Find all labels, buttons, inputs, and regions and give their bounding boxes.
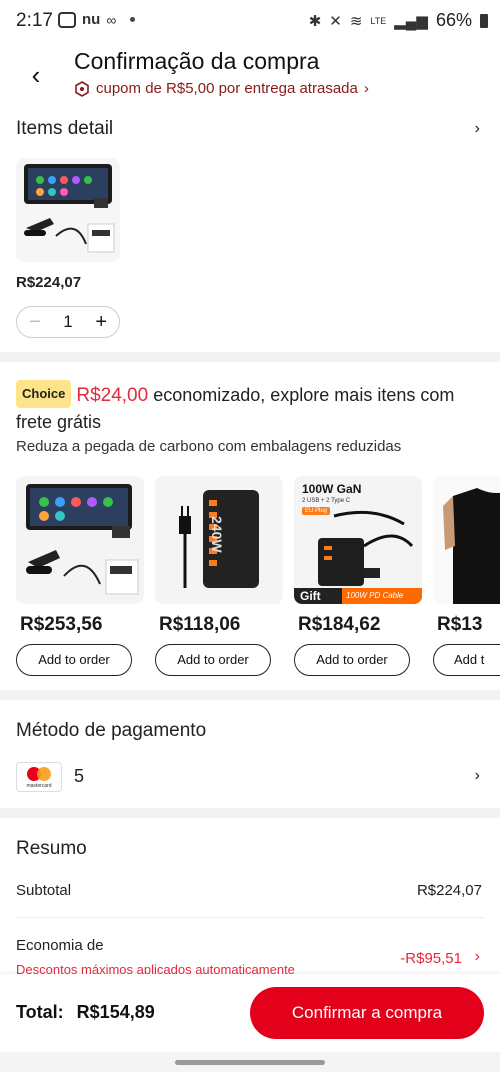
quantity-value: 1 [63,312,73,331]
card-number: 5 [74,766,85,786]
summary-title: Resumo [16,838,87,859]
product-price: R$184,62 [298,614,381,635]
carplay-screen-image [26,484,139,595]
total-value: R$154,89 [76,1002,155,1022]
recommended-product-card[interactable]: R$13 Add t [433,476,500,676]
items-detail-chevron-icon[interactable]: › [475,120,480,138]
gift-banner: Gift 100W PD Cable [294,588,422,604]
home-gesture-handle[interactable] [175,1060,325,1065]
gesture-nav-bar [0,1052,500,1072]
mastercard-logo[interactable]: mastercard [16,762,62,792]
subtotal-value: R$224,07 [416,882,482,899]
mute-icon: ✕ [329,12,342,30]
wifi-icon: ≋ [349,12,363,30]
recommended-product-card[interactable]: 100W GaN 2 USB + 2 Type C EU Plug Gift 1… [294,476,422,676]
status-left-icons: nu ∞ [58,11,136,28]
late-delivery-coupon-link[interactable]: cupom de R$5,00 por entrega atrasada › [74,80,369,97]
lte-icon: LTE [370,15,387,26]
decrease-quantity-button[interactable]: − [29,311,41,334]
product-image: 240W [155,476,283,604]
total-label: Total: [16,1002,64,1022]
gift-cable-label: 100W PD Cable [342,588,422,604]
link-icon: ∞ [106,11,117,28]
back-button[interactable]: ‹ [26,60,46,91]
savings-chevron-icon[interactable]: › [475,948,480,966]
payment-method-title: Método de pagamento [16,720,207,741]
section-divider [0,352,500,362]
items-detail-title: Items detail [16,118,114,139]
product-image [433,476,500,604]
add-to-order-button[interactable]: Add to order [155,644,271,676]
saved-amount: R$24,00 [76,385,149,406]
recommended-products: R$253,56 Add to order 240W R$118,06 Add … [16,476,500,680]
product-thumbnail[interactable] [16,158,120,262]
choice-badge: Choice [16,380,72,408]
confirm-purchase-button[interactable]: Confirmar a compra [250,987,484,1039]
payment-chevron-icon[interactable]: › [475,767,480,785]
checkout-bar: Total: R$154,89 Confirmar a compra [0,974,500,1052]
status-bar: 2:17 nu ∞ ✱ ✕ ≋ LTE ▂▄▆ 66% [0,0,500,44]
battery-percent: 66% [435,10,472,30]
section-divider [0,690,500,700]
product-image: 100W GaN 2 USB + 2 Type C EU Plug Gift 1… [294,476,422,604]
coupon-text: cupom de R$5,00 por entrega atrasada [96,80,358,97]
signal-icon: ▂▄▆ [394,12,428,30]
recommended-product-card[interactable]: 240W R$118,06 Add to order [155,476,283,676]
more-notifications-dot-icon [130,17,136,22]
product-price: R$13 [437,614,483,635]
savings-label: Economia de [16,937,104,954]
carplay-screen-image [24,164,115,253]
nubank-icon: nu [82,11,101,28]
summary-divider [16,917,484,918]
app-notification-icon [58,11,76,28]
item-price: R$224,07 [16,274,82,291]
gift-label: Gift [300,589,321,603]
add-to-order-button[interactable]: Add to order [294,644,410,676]
add-to-order-button[interactable]: Add t [433,644,500,676]
page-title: Confirmação da compra [74,48,320,74]
savings-value[interactable]: -R$95,51 [400,950,462,967]
total: Total: R$154,89 [16,1002,155,1023]
choice-savings-banner: Choice R$24,00 economizado, explore mais… [16,380,486,435]
bluetooth-icon: ✱ [308,12,322,30]
product-price: R$118,06 [159,614,241,635]
product-image [16,476,144,604]
coupon-shield-icon [75,80,89,97]
tshirt-image [443,488,500,604]
section-divider [0,808,500,818]
chevron-right-icon: › [363,80,369,97]
discount-note: Descontos máximos aplicados automaticame… [16,962,295,974]
product-price: R$253,56 [20,614,103,635]
quantity-stepper: − 1 + [16,306,120,338]
battery-icon [480,13,488,28]
status-time: 2:17 [16,10,53,31]
wattage-label: 240W [209,516,225,553]
subtotal-label: Subtotal [16,882,72,899]
card-brand-label: mastercard [26,783,52,789]
status-right-icons: ✱ ✕ ≋ LTE ▂▄▆ 66% [309,10,488,31]
increase-quantity-button[interactable]: + [95,311,107,334]
recommended-product-card[interactable]: R$253,56 Add to order [16,476,144,676]
add-to-order-button[interactable]: Add to order [16,644,132,676]
gan-charger-image [318,510,414,586]
eco-packaging-note: Reduza a pegada de carbono com embalagen… [16,438,402,455]
